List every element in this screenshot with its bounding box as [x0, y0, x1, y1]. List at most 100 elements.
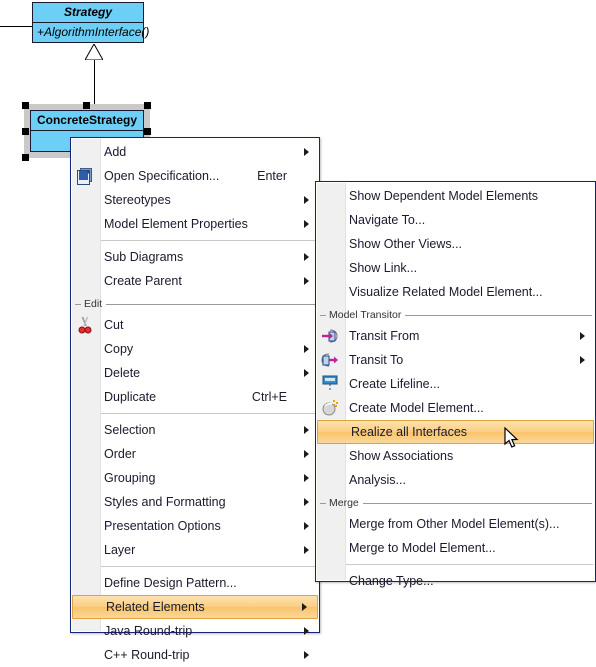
- menu-item-copy[interactable]: Copy: [71, 337, 319, 361]
- menu-item-related-elements[interactable]: Related Elements: [72, 595, 318, 619]
- menu-item-analysis[interactable]: Analysis...: [316, 468, 595, 492]
- menu-item-duplicate[interactable]: Duplicate Ctrl+E: [71, 385, 319, 409]
- menu-item-icon-slot: [316, 256, 344, 280]
- menu-item-merge-from-other-model-element-s[interactable]: Merge from Other Model Element(s)...: [316, 512, 595, 536]
- selection-handle-sw[interactable]: [22, 154, 29, 161]
- chevron-right-icon: [299, 546, 313, 554]
- chevron-right-glyph: [579, 356, 585, 364]
- menu-item-shortcut: Ctrl+E: [251, 390, 287, 404]
- menu-item-icon-slot: [71, 313, 99, 337]
- uml-class-strategy[interactable]: Strategy +AlgorithmInterface(): [32, 2, 150, 43]
- menu-item-create-model-element[interactable]: Create Model Element...: [316, 396, 595, 420]
- menu-item-icon-slot: [316, 280, 344, 304]
- menu-item-layer[interactable]: Layer: [71, 538, 319, 562]
- menu-item-delete[interactable]: Delete: [71, 361, 319, 385]
- menu-item-grouping[interactable]: Grouping: [71, 466, 319, 490]
- menu-item-transit-from[interactable]: Transit From: [316, 324, 595, 348]
- menu-item-java-round-trip[interactable]: Java Round-trip: [71, 619, 319, 643]
- menu-item-show-associations[interactable]: Show Associations: [316, 444, 595, 468]
- scissors-icon: [77, 316, 93, 334]
- menu-item-label: Grouping: [104, 471, 156, 485]
- menu-item-merge-to-model-element[interactable]: Merge to Model Element...: [316, 536, 595, 560]
- open-specification-icon: [77, 167, 93, 185]
- selection-handle-ne[interactable]: [144, 102, 151, 109]
- menu-item-icon-slot: [316, 208, 344, 232]
- chevron-right-icon: [299, 474, 313, 482]
- generalization-triangle-icon: [85, 44, 103, 60]
- menu-item-icon-slot: [71, 337, 99, 361]
- menu-item-sub-diagrams[interactable]: Sub Diagrams: [71, 245, 319, 269]
- menu-item-show-link[interactable]: Show Link...: [316, 256, 595, 280]
- menu-item-show-other-views[interactable]: Show Other Views...: [316, 232, 595, 256]
- menu-item-label: Transit To: [349, 353, 404, 367]
- menu-item-label: Navigate To...: [349, 213, 426, 227]
- menu-item-create-lifeline[interactable]: Create Lifeline...: [316, 372, 595, 396]
- chevron-right-glyph: [303, 522, 309, 530]
- menu-group-label-text: Edit: [84, 298, 103, 310]
- generalization-line: [94, 60, 95, 110]
- menu-item-stereotypes[interactable]: Stereotypes: [71, 188, 319, 212]
- selection-handle-e[interactable]: [144, 128, 151, 135]
- menu-group-label: Merge: [316, 495, 595, 511]
- menu-separator: [101, 566, 317, 567]
- menu-item-create-parent[interactable]: Create Parent: [71, 269, 319, 293]
- menu-item-label: Show Dependent Model Elements: [349, 189, 539, 203]
- menu-item-icon-slot: [316, 324, 344, 348]
- chevron-right-glyph: [303, 253, 309, 261]
- menu-item-c-round-trip[interactable]: C++ Round-trip: [71, 643, 319, 667]
- menu-item-label: Change Type...: [349, 574, 434, 588]
- selection-handle-w[interactable]: [22, 128, 29, 135]
- menu-item-add[interactable]: Add: [71, 140, 319, 164]
- chevron-right-glyph: [303, 345, 309, 353]
- menu-item-label: Selection: [104, 423, 156, 437]
- chevron-right-icon: [299, 498, 313, 506]
- menu-item-define-design-pattern[interactable]: Define Design Pattern...: [71, 571, 319, 595]
- menu-item-presentation-options[interactable]: Presentation Options: [71, 514, 319, 538]
- uml-class-strategy-operation: +AlgorithmInterface(): [37, 25, 150, 39]
- menu-item-styles-and-formatting[interactable]: Styles and Formatting: [71, 490, 319, 514]
- menu-group-label-text: Model Transitor: [329, 309, 402, 321]
- menu-item-navigate-to[interactable]: Navigate To...: [316, 208, 595, 232]
- create-model-element-icon: [322, 400, 338, 416]
- selection-handle-n[interactable]: [83, 102, 90, 109]
- menu-item-label: Create Lifeline...: [349, 377, 441, 391]
- menu-item-label: Realize all Interfaces: [351, 425, 468, 439]
- menu-item-icon-slot: [71, 514, 99, 538]
- chevron-right-icon: [299, 651, 313, 659]
- menu-item-visualize-related-model-element[interactable]: Visualize Related Model Element...: [316, 280, 595, 304]
- chevron-right-glyph: [303, 369, 309, 377]
- menu-item-change-type[interactable]: Change Type...: [316, 569, 595, 593]
- menu-item-icon-slot: [71, 188, 99, 212]
- menu-item-open-specification[interactable]: Open Specification... Enter: [71, 164, 319, 188]
- menu-item-transit-to[interactable]: Transit To: [316, 348, 595, 372]
- menu-item-icon-slot: [71, 269, 99, 293]
- group-rule: [405, 314, 592, 316]
- menu-item-icon-slot: [316, 232, 344, 256]
- chevron-right-icon: [299, 627, 313, 635]
- chevron-right-icon: [299, 426, 313, 434]
- menu-item-selection[interactable]: Selection: [71, 418, 319, 442]
- menu-item-realize-all-interfaces[interactable]: Realize all Interfaces: [317, 420, 594, 444]
- menu-item-cut[interactable]: Cut: [71, 313, 319, 337]
- menu-item-show-dependent-model-elements[interactable]: Show Dependent Model Elements: [316, 184, 595, 208]
- element-context-menu[interactable]: Add Open Specification... Enter Stereotypes…: [70, 137, 320, 662]
- menu-item-order[interactable]: Order: [71, 442, 319, 466]
- group-rule: [106, 303, 316, 305]
- menu-item-label: Layer: [104, 543, 136, 557]
- group-dash: [320, 314, 326, 316]
- menu-item-label: Model Element Properties: [104, 217, 248, 231]
- menu-item-label: Styles and Formatting: [104, 495, 226, 509]
- menu-item-icon-slot: [316, 184, 344, 208]
- transit-to-icon: [321, 352, 339, 369]
- chevron-right-icon: [299, 277, 313, 285]
- menu-item-icon-slot: [71, 418, 99, 442]
- group-dash: [75, 303, 81, 305]
- selection-handle-nw[interactable]: [22, 102, 29, 109]
- chevron-right-glyph: [303, 498, 309, 506]
- create-lifeline-icon: [322, 375, 338, 393]
- menu-item-icon-slot: [316, 348, 344, 372]
- related-elements-submenu[interactable]: Show Dependent Model Elements Navigate To…: [315, 181, 596, 588]
- menu-item-icon-slot: [71, 490, 99, 514]
- menu-item-model-element-properties[interactable]: Model Element Properties: [71, 212, 319, 236]
- chevron-right-glyph: [303, 474, 309, 482]
